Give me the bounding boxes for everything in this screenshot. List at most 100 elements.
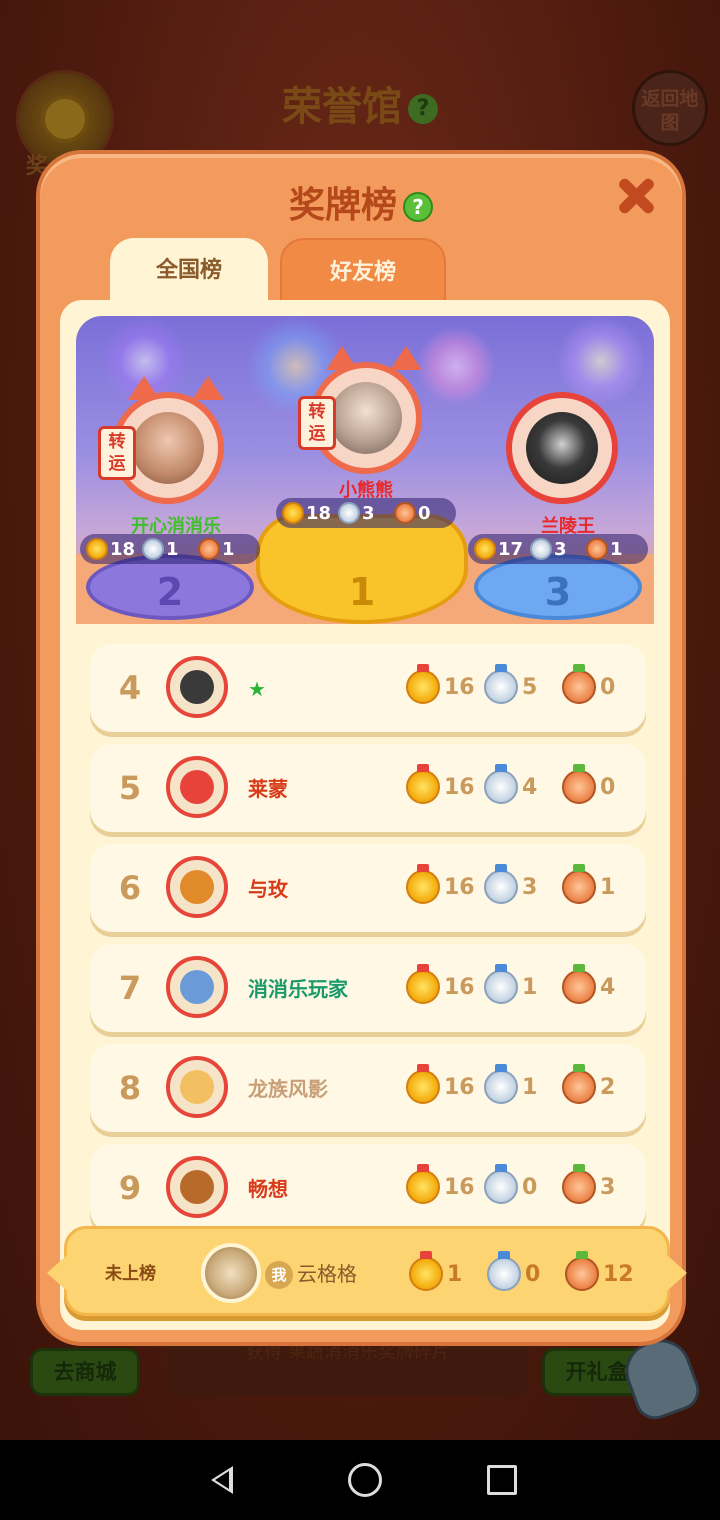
player-name: 消消乐玩家 <box>248 977 348 1001</box>
player-name: 龙族风影 <box>248 1077 328 1101</box>
silver-count: 0 <box>522 1174 538 1200</box>
avatar-photo <box>180 770 214 804</box>
medal-counts: 16 1 2 <box>406 1064 640 1104</box>
silver-count: 1 <box>166 538 179 560</box>
bronze-medal-icon <box>562 964 596 1004</box>
bronze-count: 4 <box>600 974 616 1000</box>
podium-medal-counts: 18 1 1 <box>80 534 260 564</box>
player-name: 与玫 <box>248 877 288 901</box>
cat-ear-icon <box>192 376 224 400</box>
gold-count: 16 <box>444 1074 475 1100</box>
player-name: ★ <box>248 677 266 701</box>
gold-medal-icon <box>406 964 440 1004</box>
rank-number: 4 <box>118 669 142 707</box>
table-row[interactable]: 6 与玫 16 3 1 <box>90 844 646 932</box>
gold-medal-icon <box>406 864 440 904</box>
avatar-photo <box>180 670 214 704</box>
silver-count: 3 <box>362 502 375 524</box>
avatar[interactable] <box>166 656 228 718</box>
silver-medal-icon <box>484 964 518 1004</box>
close-icon[interactable] <box>614 174 658 218</box>
gold-count: 16 <box>444 1174 475 1200</box>
gold-medal-icon <box>409 1251 443 1291</box>
silver-count: 3 <box>554 538 567 560</box>
bronze-medal-icon <box>562 864 596 904</box>
medal-leaderboard-dialog: 奖牌榜? 全国榜 好友榜 2 1 3 转运 开心消消乐 转运 小熊熊 兰陵王 1… <box>36 150 687 1346</box>
avatar[interactable] <box>506 392 618 504</box>
bronze-count: 0 <box>600 674 616 700</box>
gold-medal-icon <box>86 538 108 560</box>
silver-medal-icon <box>142 538 164 560</box>
silver-medal-icon <box>338 502 360 524</box>
medal-inner <box>41 95 89 143</box>
player-name: 莱蒙 <box>248 777 288 801</box>
my-name: 云格格 <box>297 1262 357 1286</box>
firework-decoration <box>416 326 496 406</box>
table-row[interactable]: 8 龙族风影 16 1 2 <box>90 1044 646 1132</box>
silver-medal-icon <box>484 764 518 804</box>
bronze-count: 1 <box>610 538 623 560</box>
lucky-charm-tag: 转运 <box>98 426 136 480</box>
pedestal-number: 1 <box>348 570 376 614</box>
podium-medal-counts: 18 3 0 <box>276 498 456 528</box>
silver-medal-icon <box>487 1251 521 1291</box>
gold-count: 16 <box>444 874 475 900</box>
my-rank-row[interactable]: 未上榜 我 云格格 1 0 12 <box>47 1226 687 1316</box>
gold-count: 16 <box>444 974 475 1000</box>
rank-number: 7 <box>118 969 142 1007</box>
table-row[interactable]: 4 ★ 16 5 0 <box>90 644 646 732</box>
gold-medal-icon <box>406 664 440 704</box>
bronze-medal-icon <box>565 1251 599 1291</box>
podium-medal-counts: 17 3 1 <box>468 534 648 564</box>
medal-counts: 16 1 4 <box>406 964 640 1004</box>
silver-medal-icon <box>484 1064 518 1104</box>
avatar-photo <box>180 1170 214 1204</box>
dialog-title: 奖牌榜? <box>40 176 682 228</box>
gold-medal-icon <box>474 538 496 560</box>
avatar[interactable] <box>166 956 228 1018</box>
table-row[interactable]: 7 消消乐玩家 16 1 4 <box>90 944 646 1032</box>
silver-medal-icon <box>484 664 518 704</box>
avatar[interactable] <box>166 1156 228 1218</box>
lucky-charm-tag: 转运 <box>298 396 336 450</box>
silver-medal-icon <box>484 1164 518 1204</box>
home-circle-icon[interactable] <box>347 1463 382 1497</box>
rank-number: 8 <box>118 1069 142 1107</box>
cat-ear-icon <box>390 346 422 370</box>
my-medal-counts: 1 0 12 <box>409 1251 643 1291</box>
bronze-count: 1 <box>600 874 616 900</box>
pedestal-rank-1: 1 <box>256 514 468 624</box>
avatar[interactable] <box>166 1056 228 1118</box>
bronze-count: 0 <box>600 774 616 800</box>
silver-medal-icon <box>530 538 552 560</box>
ranking-list[interactable]: 4 ★ 16 5 0 5 莱蒙 16 4 0 6 与玫 16 3 1 7 消消乐… <box>90 644 646 1244</box>
gold-medal-icon <box>406 1064 440 1104</box>
tab-national[interactable]: 全国榜 <box>110 238 268 302</box>
silver-count: 5 <box>522 674 538 700</box>
tab-friends[interactable]: 好友榜 <box>280 238 446 302</box>
gold-count: 17 <box>498 538 524 560</box>
bronze-count: 12 <box>603 1261 634 1287</box>
avatar[interactable] <box>166 856 228 918</box>
avatar[interactable] <box>201 1243 261 1303</box>
avatar-photo <box>180 1070 214 1104</box>
bronze-count: 1 <box>222 538 235 560</box>
avatar-photo <box>132 412 204 484</box>
table-row[interactable]: 9 畅想 16 0 3 <box>90 1144 646 1232</box>
gold-count: 16 <box>444 774 475 800</box>
avatar[interactable] <box>166 756 228 818</box>
table-row[interactable]: 5 莱蒙 16 4 0 <box>90 744 646 832</box>
player-name: 畅想 <box>248 1177 288 1201</box>
avatar-photo <box>330 382 402 454</box>
pedestal-number: 3 <box>544 570 572 614</box>
back-triangle-icon[interactable] <box>203 1460 243 1500</box>
medal-counts: 16 4 0 <box>406 764 640 804</box>
bronze-medal-icon <box>586 538 608 560</box>
dialog-title-text: 奖牌榜 <box>288 185 397 226</box>
recent-square-icon[interactable] <box>487 1465 518 1495</box>
medal-counts: 16 5 0 <box>406 664 640 704</box>
gold-medal-icon <box>282 502 304 524</box>
question-icon[interactable]: ? <box>403 192 433 222</box>
leaderboard-panel: 2 1 3 转运 开心消消乐 转运 小熊熊 兰陵王 18 1 1 18 3 0 … <box>60 300 670 1330</box>
navigation-bar <box>0 1440 720 1520</box>
